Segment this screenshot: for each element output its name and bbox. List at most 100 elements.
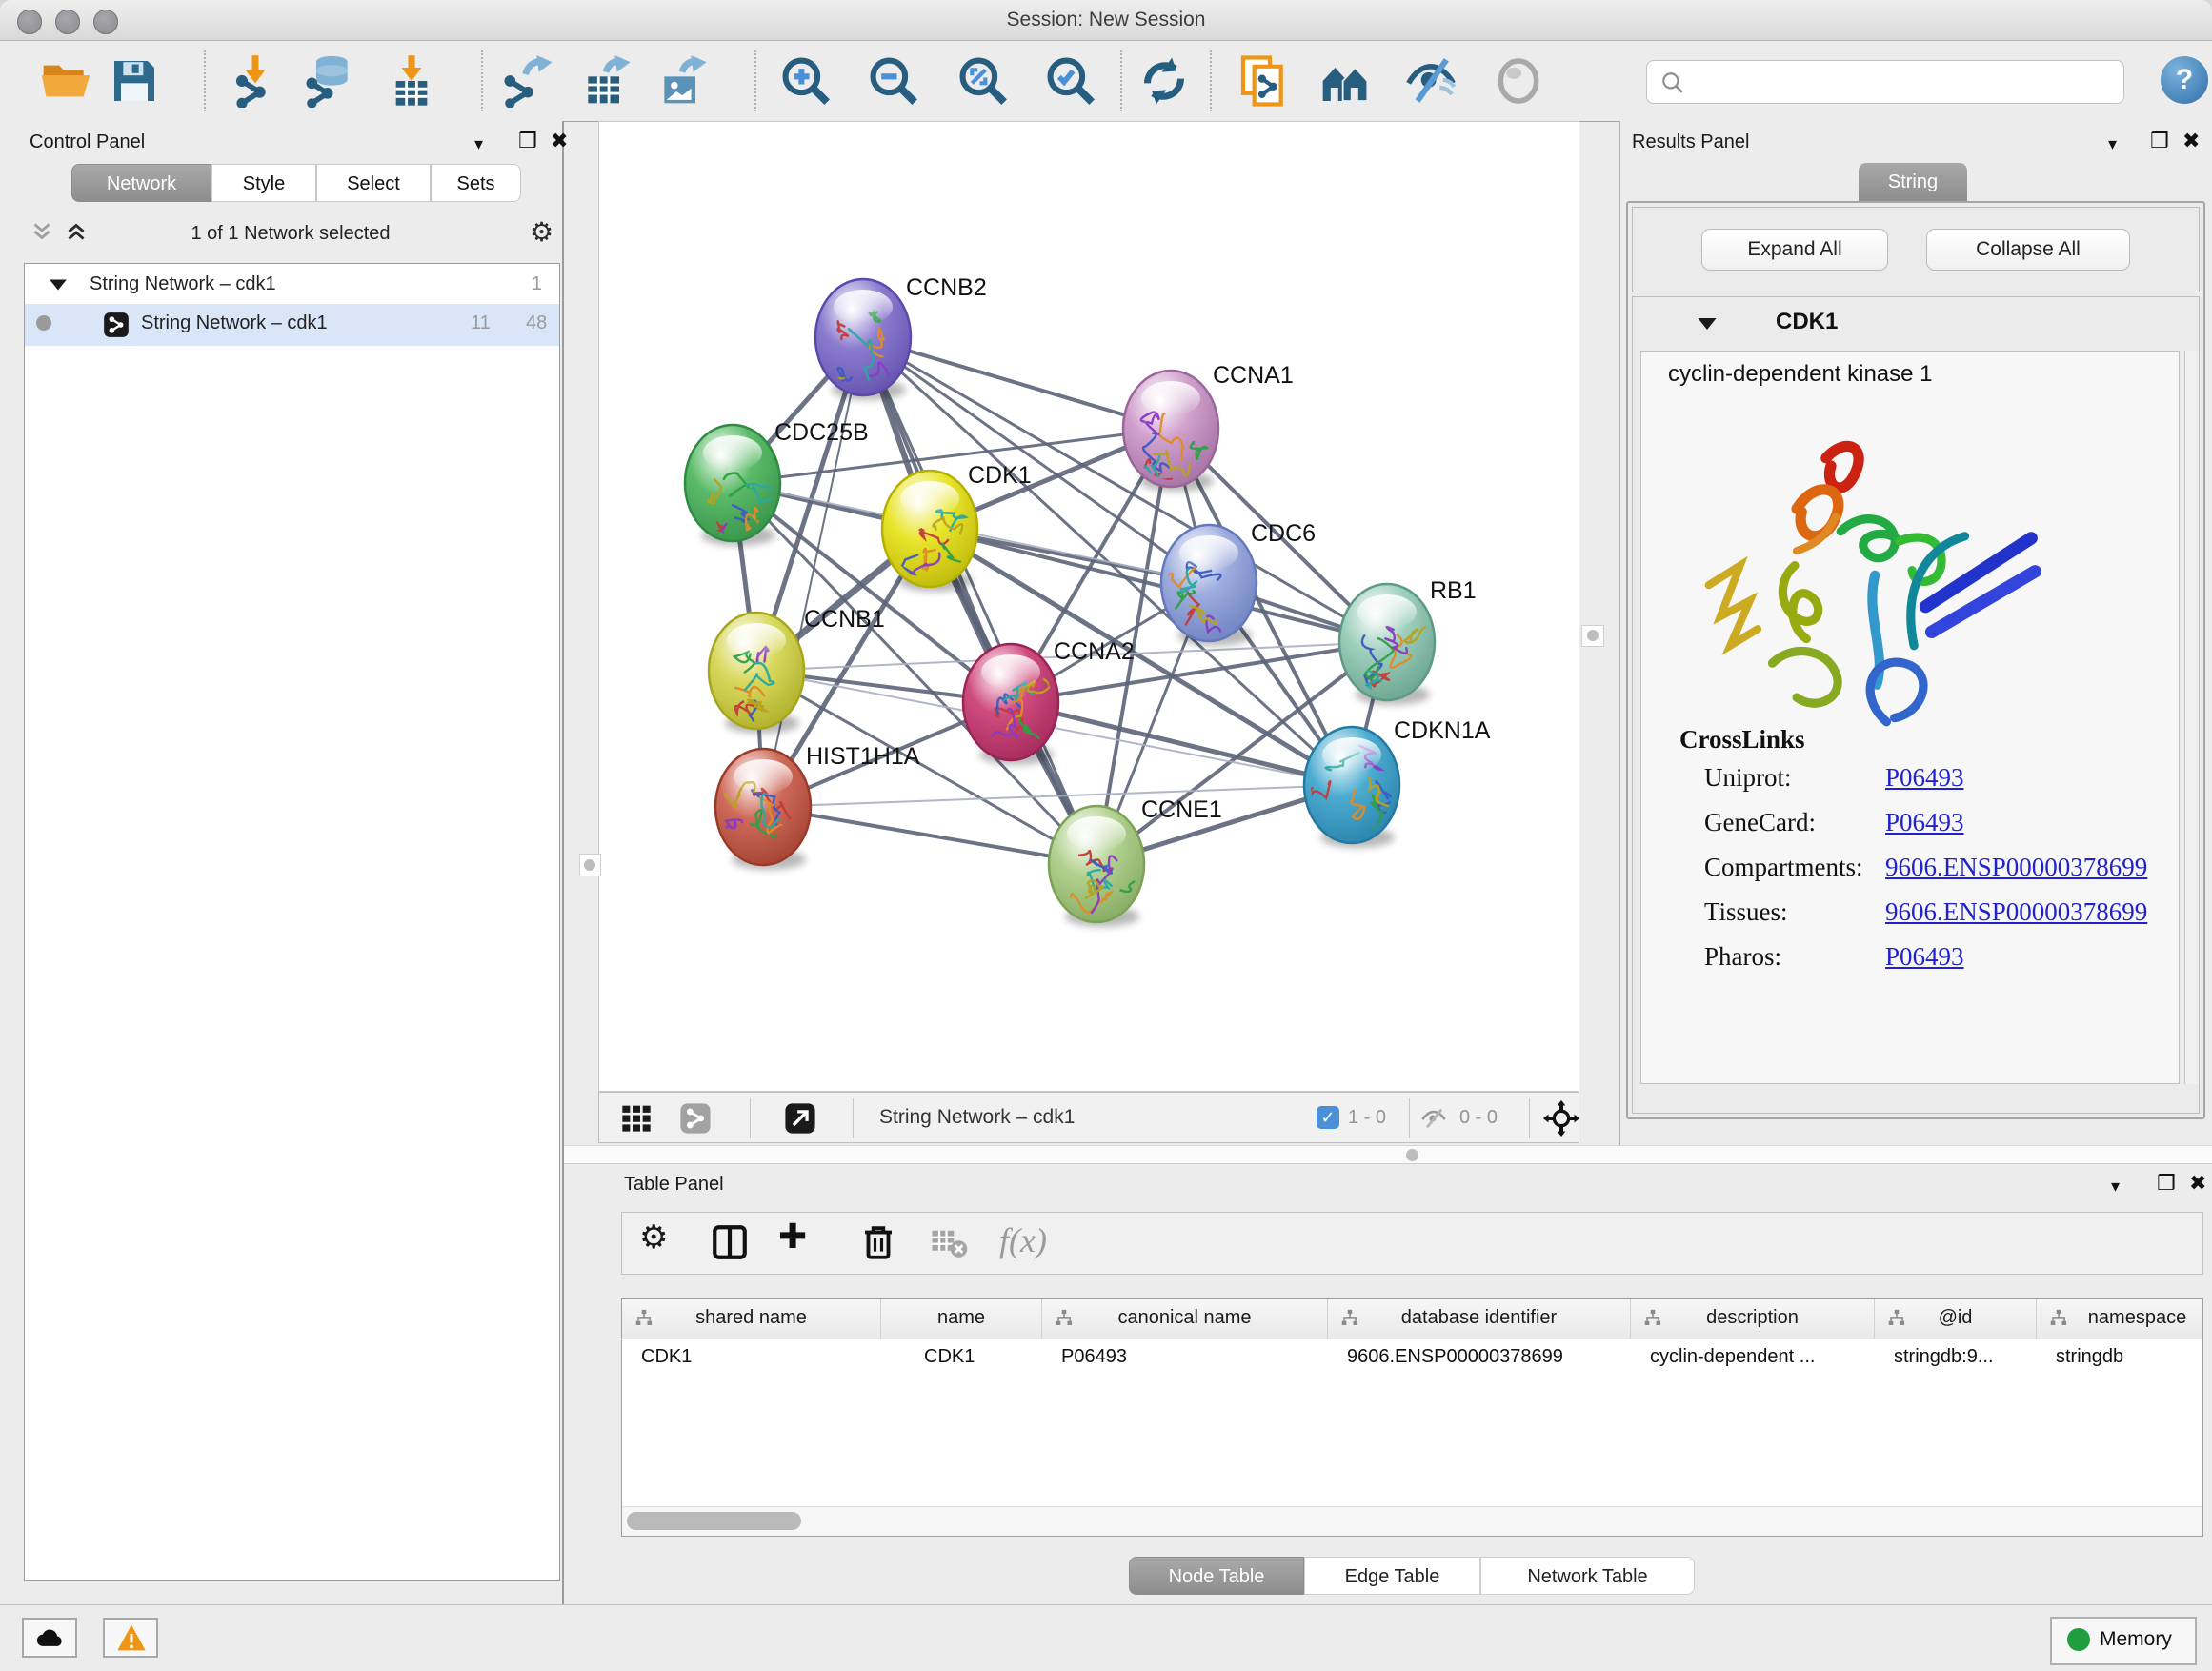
string-style-icon[interactable] [679,1102,712,1139]
fit-content-icon[interactable] [1542,1099,1580,1142]
crosslink-link[interactable]: 9606.ENSP00000378699 [1885,853,2147,882]
panel-close-icon[interactable]: ✖ [2182,131,2200,151]
expand-all-tree-icon[interactable] [63,219,90,249]
delete-table-icon[interactable] [929,1222,973,1266]
tab-edge-table[interactable]: Edge Table [1304,1557,1480,1595]
cell-canonical-name[interactable]: P06493 [1061,1346,1127,1368]
panel-menu-icon[interactable]: ▾ [2111,1176,2120,1197]
zoom-out-icon[interactable] [867,54,920,108]
column-header-namespace[interactable]: namespace [2037,1299,2203,1339]
save-session-icon[interactable] [108,54,161,108]
delete-column-trash-icon[interactable] [858,1222,902,1266]
section-expander-icon[interactable] [1696,314,1719,333]
panel-float-icon[interactable]: ❒ [518,131,537,151]
new-network-from-selection-icon[interactable] [1237,54,1290,108]
column-header--id[interactable]: @id [1875,1299,2037,1339]
network-options-gear-icon[interactable]: ⚙ [530,216,553,248]
panel-close-icon[interactable]: ✖ [2189,1173,2206,1194]
tab-style[interactable]: Style [211,164,316,202]
network-node-CCNB2[interactable]: CCNB2 [815,274,987,402]
network-node-CCNE1[interactable]: CCNE1 [1049,796,1222,927]
panel-float-icon[interactable]: ❒ [2150,131,2169,151]
panel-close-icon[interactable]: ✖ [551,131,568,151]
table-panel-title: Table Panel [624,1174,724,1196]
right-splitter-handle[interactable] [1581,625,1604,647]
birds-eye-view-icon[interactable] [620,1103,653,1138]
network-collection-row[interactable]: String Network – cdk1 1 [25,268,559,304]
import-table-file-icon[interactable] [385,54,438,108]
open-view-icon[interactable] [784,1102,816,1139]
first-neighbors-icon[interactable] [1318,54,1372,108]
memory-button[interactable]: Memory [2050,1617,2197,1665]
column-header-shared-name[interactable]: shared name [622,1299,881,1339]
network-row-selected[interactable]: String Network – cdk1 11 48 [25,304,559,346]
export-network-icon[interactable] [501,54,554,108]
open-session-icon[interactable] [39,54,92,108]
hidden-eye-icon[interactable] [1418,1105,1449,1137]
network-graph[interactable]: CCNB2CCNA1CDC25BCDK1CDC6RB1CCNB1CCNA2CDK… [599,122,1579,1091]
gene-section-header[interactable]: CDK1 [1633,297,2199,349]
horizontal-splitter[interactable] [564,1145,2212,1164]
column-header-database-identifier[interactable]: database identifier [1328,1299,1631,1339]
column-header-canonical-name[interactable]: canonical name [1042,1299,1328,1339]
crosslink-link[interactable]: P06493 [1885,942,1964,972]
cell-name[interactable]: CDK1 [924,1346,975,1368]
left-splitter-handle[interactable] [579,854,601,876]
import-network-database-icon[interactable] [303,54,356,108]
crosslink-link[interactable]: 9606.ENSP00000378699 [1885,897,2147,927]
network-node-CDC6[interactable]: CDC6 [1146,520,1316,663]
collapse-all-tree-icon[interactable] [29,219,55,249]
network-node-RB1[interactable]: RB1 [1339,577,1477,705]
apply-layout-icon[interactable] [1137,54,1191,108]
cell-database-identifier[interactable]: 9606.ENSP00000378699 [1347,1346,1563,1368]
network-node-CDKN1A[interactable]: CDKN1A [1304,717,1491,848]
import-network-file-icon[interactable] [229,54,282,108]
search-input[interactable] [1646,60,2124,104]
hide-selected-icon[interactable] [1404,54,1458,108]
help-button[interactable]: ? [2161,56,2208,104]
zoom-selected-icon[interactable] [1044,54,1097,108]
export-image-icon[interactable] [655,54,709,108]
tab-sets[interactable]: Sets [431,164,521,202]
scrollbar-thumb[interactable] [627,1512,801,1530]
collapse-all-button[interactable]: Collapse All [1926,229,2130,271]
show-all-icon[interactable] [1492,54,1545,108]
network-canvas[interactable]: CCNB2CCNA1CDC25BCDK1CDC6RB1CCNB1CCNA2CDK… [598,121,1579,1092]
tab-string[interactable]: String [1859,163,1967,201]
show-columns-icon[interactable] [710,1222,754,1266]
column-header-description[interactable]: description [1631,1299,1875,1339]
warnings-button[interactable] [103,1618,158,1658]
tab-select[interactable]: Select [316,164,431,202]
cell-description[interactable]: cyclin-dependent ... [1650,1346,1815,1368]
results-scrollbar[interactable] [2184,351,2199,1084]
create-column-plus-icon[interactable]: ✚ [778,1217,822,1260]
function-builder-icon[interactable]: f(x) [999,1220,1085,1264]
cell--id[interactable]: stringdb:9... [1894,1346,1994,1368]
network-node-CDK1[interactable]: CDK1 [882,462,1032,592]
cell-namespace[interactable]: stringdb [2056,1346,2123,1368]
tab-network[interactable]: Network [71,164,211,202]
panel-menu-icon[interactable]: ▾ [474,133,483,154]
network-edge[interactable] [863,337,1096,864]
table-horizontal-scrollbar[interactable] [622,1506,2202,1536]
export-table-icon[interactable] [579,54,633,108]
collection-expander-icon[interactable] [48,276,69,293]
zoom-fit-icon[interactable] [956,54,1010,108]
table-settings-gear-icon[interactable]: ⚙ [639,1218,683,1262]
cloud-button[interactable] [22,1618,77,1658]
selected-nodes-checkbox[interactable]: ✓ [1317,1106,1339,1129]
crosslink-link[interactable]: P06493 [1885,808,1964,837]
network-node-CCNB1[interactable]: CCNB1 [709,606,885,736]
expand-all-button[interactable]: Expand All [1701,229,1888,271]
panel-menu-icon[interactable]: ▾ [2108,133,2117,154]
zoom-in-icon[interactable] [779,54,833,108]
network-node-CCNA1[interactable]: CCNA1 [1123,362,1294,492]
cell-shared-name[interactable]: CDK1 [641,1346,692,1368]
crosslink-link[interactable]: P06493 [1885,763,1964,793]
tab-network-table[interactable]: Network Table [1480,1557,1695,1595]
crosslink-row: GeneCard:P06493 [1704,808,2162,837]
panel-float-icon[interactable]: ❒ [2157,1173,2176,1194]
network-node-HIST1H1A[interactable]: HIST1H1A [714,743,920,870]
tab-node-table[interactable]: Node Table [1129,1557,1304,1595]
column-header-name[interactable]: name [881,1299,1042,1339]
